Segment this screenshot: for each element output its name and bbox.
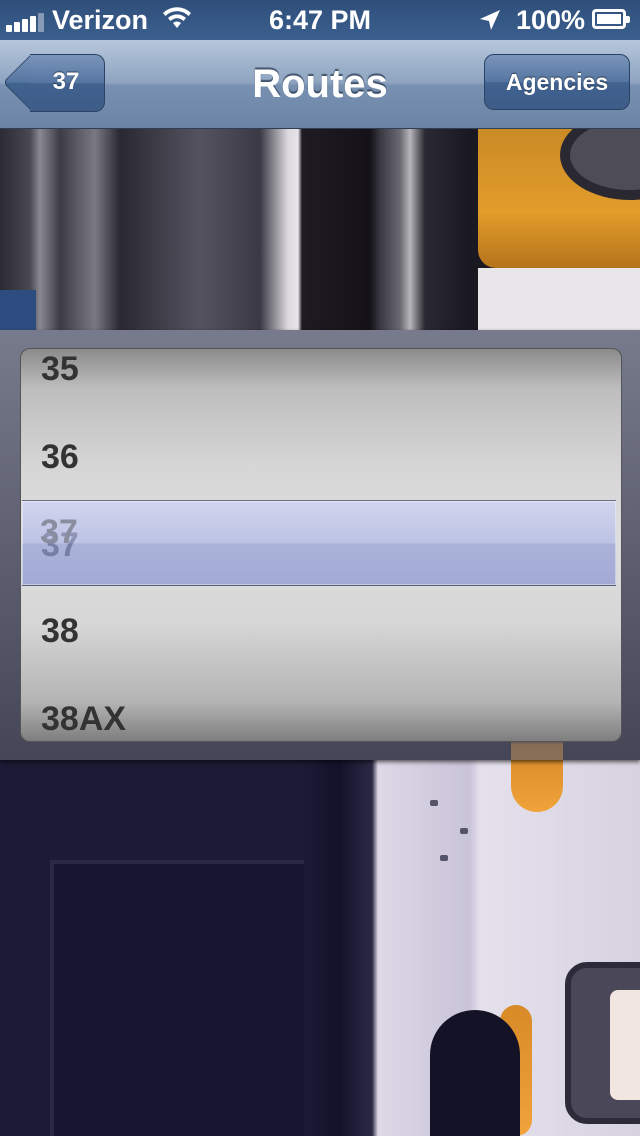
picker-row[interactable]: 36 — [41, 427, 79, 487]
background-rivet — [430, 800, 438, 806]
picker-selection-indicator: 37 — [22, 500, 616, 586]
picker-row[interactable]: 38AX — [41, 689, 126, 741]
background-rivet — [460, 828, 468, 834]
background-white-panel — [478, 268, 640, 330]
battery-percentage: 100% — [516, 5, 586, 35]
agencies-button[interactable]: Agencies — [484, 54, 630, 110]
background-door — [50, 860, 304, 1136]
battery-icon — [592, 9, 630, 29]
picker-row[interactable]: 38 — [41, 601, 79, 661]
selected-route-label: 37 — [40, 513, 78, 551]
background-rivet — [440, 855, 448, 861]
background-blue-patch — [0, 290, 36, 330]
background-tail-light-lens — [610, 990, 640, 1100]
location-arrow-icon — [478, 8, 502, 39]
status-bar: Verizon 6:47 PM 100% — [0, 0, 640, 40]
picker-row[interactable]: 35 — [41, 349, 79, 399]
navigation-bar: 37 Routes Agencies — [0, 40, 640, 129]
background-wheel-arch — [430, 1010, 520, 1136]
